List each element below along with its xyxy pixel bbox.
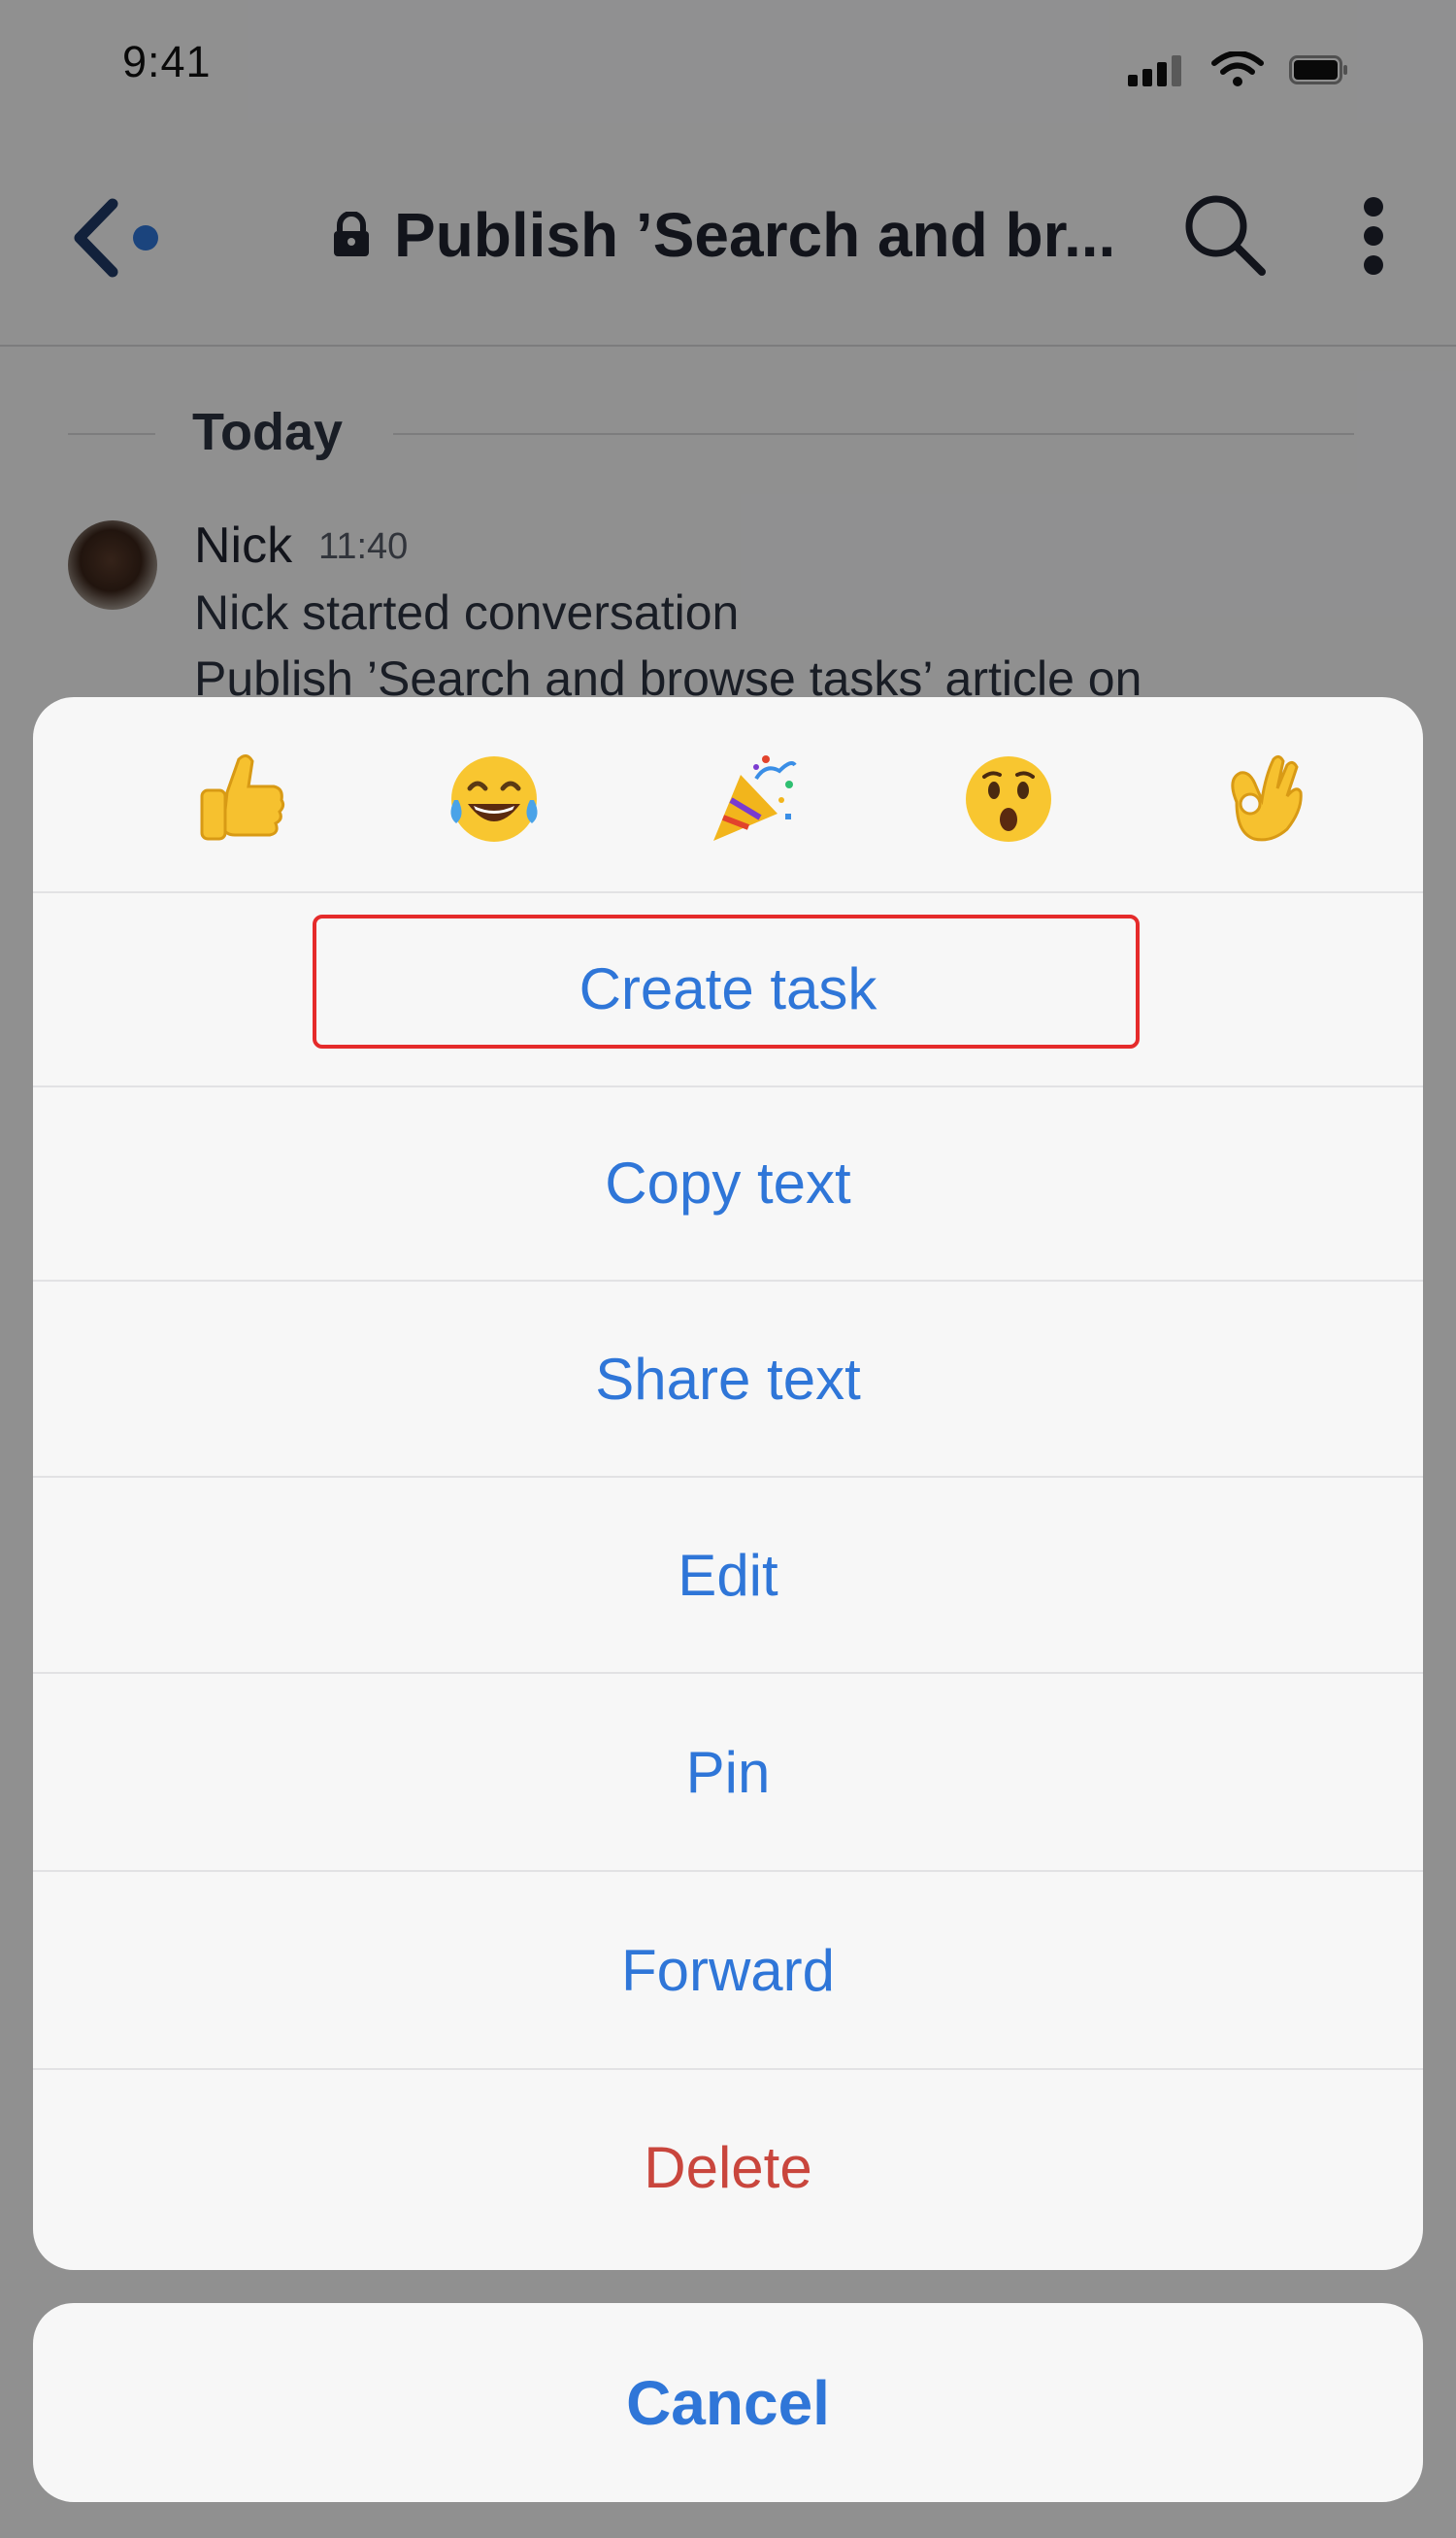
highlight-box (313, 915, 1140, 1049)
edit-button[interactable]: Edit (33, 1478, 1423, 1674)
forward-button[interactable]: Forward (33, 1872, 1423, 2070)
pin-button[interactable]: Pin (33, 1674, 1423, 1872)
delete-label: Delete (644, 2134, 812, 2200)
forward-label: Forward (620, 1937, 836, 2003)
ok-hand-emoji-icon[interactable] (1208, 746, 1314, 852)
share-text-button[interactable]: Share text (33, 1282, 1423, 1478)
pin-label: Pin (685, 1739, 771, 1805)
action-sheet: Create task Copy text Share text Edit Pi… (33, 697, 1423, 2270)
share-text-label: Share text (595, 1346, 861, 1412)
copy-text-button[interactable]: Copy text (33, 1085, 1423, 1282)
delete-button[interactable]: Delete (33, 2070, 1423, 2264)
hushed-face-emoji-icon[interactable] (955, 746, 1062, 852)
cancel-button[interactable]: Cancel (33, 2303, 1423, 2502)
edit-label: Edit (678, 1542, 778, 1608)
tears-of-joy-emoji-icon[interactable] (441, 746, 547, 852)
reaction-bar (33, 697, 1423, 893)
copy-text-label: Copy text (605, 1150, 851, 1216)
party-popper-emoji-icon[interactable] (698, 746, 805, 852)
thumbs-up-emoji-icon[interactable] (188, 746, 295, 852)
cancel-label: Cancel (626, 2367, 830, 2438)
